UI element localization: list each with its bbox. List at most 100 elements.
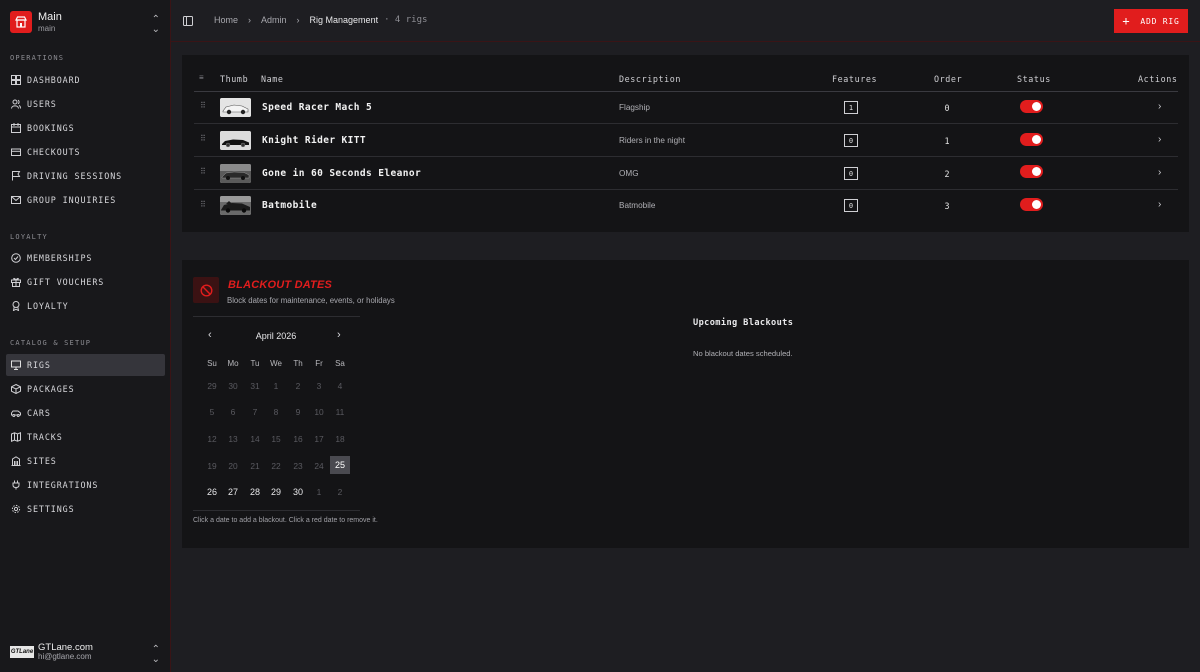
sidebar-item-label: GIFT VOUCHERS: [27, 277, 105, 287]
sidebar-item-sites[interactable]: SITES: [6, 450, 165, 472]
users-icon: [11, 99, 21, 109]
sidebar-item-label: DASHBOARD: [27, 75, 81, 85]
nav-section-operations: OPERATIONS: [10, 54, 65, 62]
sidebar-item-settings[interactable]: SETTINGS: [6, 498, 165, 520]
rig-name: Speed Racer Mach 5: [262, 102, 373, 113]
sidebar-item-packages[interactable]: PACKAGES: [6, 378, 165, 400]
calendar-day[interactable]: 29: [266, 487, 286, 497]
calendar-icon: [11, 123, 21, 133]
sidebar-item-group-inquiries[interactable]: GROUP INQUIRIES: [6, 189, 165, 211]
sidebar-item-label: GROUP INQUIRIES: [27, 195, 117, 205]
workspace-switcher[interactable]: Main main ⌃ ⌄: [10, 10, 162, 35]
calendar-day[interactable]: 30: [288, 487, 308, 497]
sidebar-item-dashboard[interactable]: DASHBOARD: [6, 69, 165, 91]
sidebar-toggle-icon[interactable]: [183, 16, 193, 26]
features-count[interactable]: 1: [844, 101, 858, 114]
car-icon: [11, 410, 21, 417]
chevron-right-icon[interactable]: ›: [337, 329, 341, 341]
table-header-divider: [194, 91, 1178, 92]
chevron-left-icon[interactable]: ‹: [208, 329, 212, 341]
calendar-day: 13: [228, 434, 238, 444]
calendar-divider: [193, 316, 360, 317]
breadcrumb-home[interactable]: Home: [214, 15, 238, 25]
sidebar-item-checkouts[interactable]: CHECKOUTS: [6, 141, 165, 163]
drag-handle-icon[interactable]: ⠿: [200, 102, 206, 110]
sidebar-item-driving-sessions[interactable]: DRIVING SESSIONS: [6, 165, 165, 187]
sidebar-item-loyalty[interactable]: LOYALTY: [6, 295, 165, 317]
column-header-order[interactable]: Order: [934, 74, 962, 84]
calendar-day: 7: [252, 407, 258, 417]
award-icon: [12, 301, 20, 311]
sidebar-item-cars[interactable]: CARS: [6, 402, 165, 424]
chevron-right-icon[interactable]: ›: [1158, 101, 1161, 112]
features-count[interactable]: 0: [844, 199, 858, 212]
features-count[interactable]: 0: [844, 134, 858, 147]
sidebar-item-gift-vouchers[interactable]: GIFT VOUCHERS: [6, 271, 165, 293]
column-header-description[interactable]: Description: [619, 74, 681, 84]
breadcrumb-admin[interactable]: Admin: [261, 15, 287, 25]
sidebar-item-users[interactable]: USERS: [6, 93, 165, 115]
sidebar-item-label: MEMBERSHIPS: [27, 253, 93, 263]
calendar-weekday: Su: [207, 359, 217, 368]
account-switcher[interactable]: GTLane GTLane.com hi@gtlane.com ⌃ ⌄: [10, 640, 162, 665]
gtlane-logo: GTLane: [10, 646, 34, 658]
drag-handle-icon[interactable]: ⠿: [200, 168, 206, 176]
calendar-day: 1: [273, 381, 279, 391]
sidebar-item-label: SITES: [27, 456, 57, 466]
sidebar-item-label: PACKAGES: [27, 384, 75, 394]
workspace-subtitle: main: [38, 23, 56, 33]
flag-icon: [12, 171, 21, 181]
sidebar-item-tracks[interactable]: TRACKS: [6, 426, 165, 448]
column-header-name[interactable]: Name: [261, 74, 284, 84]
calendar-day: 10: [314, 407, 324, 417]
sidebar-item-memberships[interactable]: MEMBERSHIPS: [6, 247, 165, 269]
add-rig-button[interactable]: + ADD RIG: [1114, 9, 1188, 33]
sidebar-item-label: BOOKINGS: [27, 123, 75, 133]
calendar-day: 30: [228, 381, 238, 391]
status-toggle[interactable]: [1020, 165, 1043, 178]
plug-icon: [12, 480, 20, 490]
ban-icon: [193, 277, 219, 303]
rig-thumbnail: [220, 98, 251, 117]
calendar-day: 31: [250, 381, 260, 391]
sidebar-item-bookings[interactable]: BOOKINGS: [6, 117, 165, 139]
chevron-right-icon[interactable]: ›: [1158, 134, 1161, 145]
calendar-day: 20: [228, 461, 238, 471]
sidebar-item-rigs[interactable]: RIGS: [6, 354, 165, 376]
calendar-day: 29: [207, 381, 217, 391]
building-icon: [11, 456, 21, 466]
calendar-month: April 2026: [255, 331, 297, 341]
calendar-divider: [193, 510, 360, 511]
map-icon: [11, 432, 21, 442]
sidebar-item-label: USERS: [27, 99, 57, 109]
calendar-day: 2: [337, 487, 343, 497]
calendar-day-today[interactable]: 25: [330, 456, 350, 474]
status-toggle[interactable]: [1020, 198, 1043, 211]
upcoming-blackouts-empty: No blackout dates scheduled.: [693, 349, 793, 358]
plus-icon: +: [1122, 14, 1131, 28]
status-toggle[interactable]: [1020, 133, 1043, 146]
features-count[interactable]: 0: [844, 167, 858, 180]
chevron-right-icon[interactable]: ›: [1158, 167, 1161, 178]
status-toggle[interactable]: [1020, 100, 1043, 113]
calendar-day: 23: [293, 461, 303, 471]
sidebar-item-integrations[interactable]: INTEGRATIONS: [6, 474, 165, 496]
workspace-title: Main: [38, 10, 62, 23]
drag-handle-icon[interactable]: ⠿: [200, 135, 206, 143]
chevron-right-icon[interactable]: ›: [1158, 199, 1161, 210]
calendar-weekday: Th: [293, 359, 303, 368]
calendar-day: 14: [250, 434, 260, 444]
rig-name: Knight Rider KITT: [262, 135, 367, 146]
sidebar: Main main ⌃ ⌄ OPERATIONS DASHBOARD USERS …: [0, 0, 171, 672]
row-divider: [194, 156, 1178, 157]
sidebar-item-label: SETTINGS: [27, 504, 75, 514]
order-value: 2: [944, 169, 950, 179]
calendar-day: 16: [293, 434, 303, 444]
calendar-day[interactable]: 27: [223, 487, 243, 497]
calendar-day[interactable]: 26: [202, 487, 222, 497]
drag-handle-icon[interactable]: ⠿: [200, 201, 206, 209]
calendar-day: 22: [271, 461, 281, 471]
monitor-icon: [11, 360, 21, 370]
column-header-features: Features: [832, 74, 878, 84]
calendar-day[interactable]: 28: [245, 487, 265, 497]
